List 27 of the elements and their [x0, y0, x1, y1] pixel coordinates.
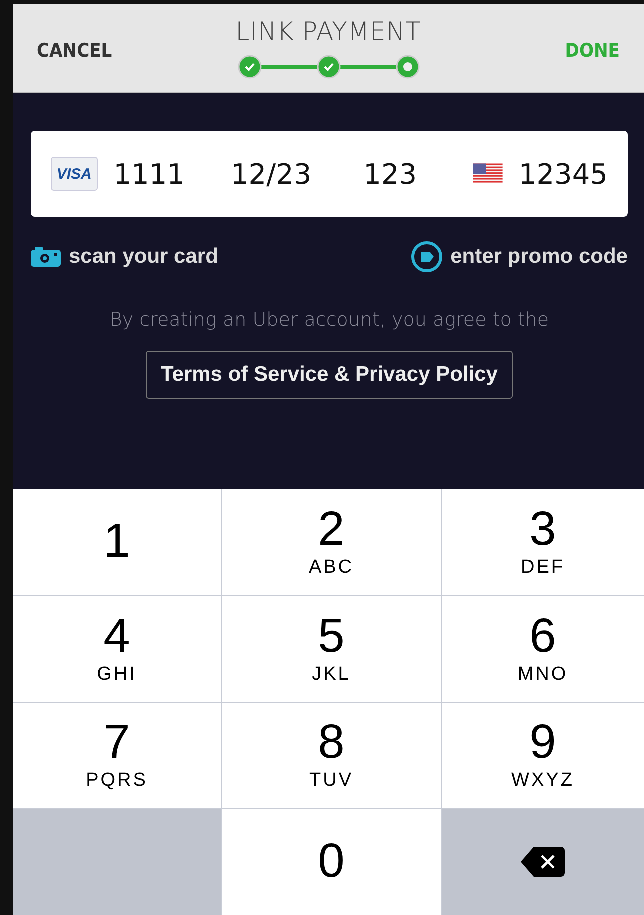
- keypad-key[interactable]: 2 ABC: [222, 489, 441, 595]
- card-brand-logo: VISA: [51, 157, 98, 191]
- keypad-key[interactable]: 3 DEF: [442, 489, 644, 595]
- tag-icon: [410, 241, 443, 273]
- card-expiry: 12/23: [230, 158, 312, 190]
- screen-title: LINK PAYMENT: [236, 16, 422, 46]
- keypad-key[interactable]: 4 GHI: [13, 596, 221, 702]
- promo-code-link[interactable]: enter promo code: [410, 241, 628, 273]
- card-cvv: 123: [364, 158, 418, 190]
- keypad-key[interactable]: 8 TUV: [222, 702, 441, 808]
- keypad-key[interactable]: 9 WXYZ: [442, 702, 644, 808]
- keypad-key[interactable]: 0: [222, 809, 441, 915]
- cancel-button[interactable]: CANCEL: [37, 40, 112, 62]
- card-field[interactable]: VISA 1111 12/23 123 12345: [31, 131, 628, 217]
- flag-icon: [473, 163, 503, 185]
- keypad-key[interactable]: 5 JKL: [222, 596, 441, 702]
- scan-card-link[interactable]: scan your card: [31, 245, 218, 269]
- card-zip: 12345: [518, 158, 608, 190]
- keypad-key[interactable]: 6 MNO: [442, 596, 644, 702]
- delete-key[interactable]: [442, 809, 644, 915]
- backspace-icon: [520, 846, 566, 878]
- card-number: 1111: [114, 158, 185, 190]
- keypad-key[interactable]: 7 PQRS: [13, 702, 221, 808]
- terms-button[interactable]: Terms of Service & Privacy Policy: [146, 351, 513, 399]
- keypad-key[interactable]: 1: [13, 489, 221, 595]
- camera-icon: [31, 247, 61, 267]
- agreement-text: By creating an Uber account, you agree to the: [108, 309, 550, 331]
